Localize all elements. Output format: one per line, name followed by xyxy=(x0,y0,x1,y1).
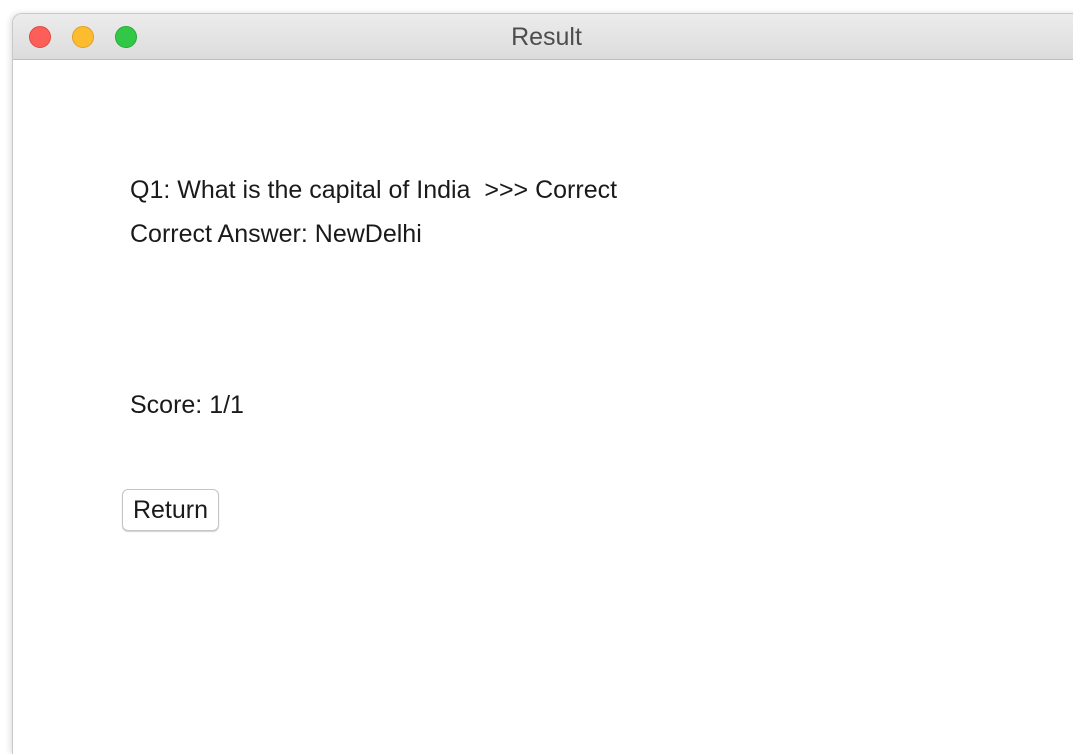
window-title: Result xyxy=(511,23,582,51)
result-window: Result Q1: What is the capital of India … xyxy=(12,13,1073,754)
title-bar[interactable]: Result xyxy=(13,14,1073,60)
question-result-line: Q1: What is the capital of India >>> Cor… xyxy=(130,176,618,204)
return-button[interactable]: Return xyxy=(122,489,219,531)
correct-answer-line: Correct Answer: NewDelhi xyxy=(130,220,422,248)
score-line: Score: 1/1 xyxy=(130,391,244,419)
result-content: Q1: What is the capital of India >>> Cor… xyxy=(13,60,1073,754)
